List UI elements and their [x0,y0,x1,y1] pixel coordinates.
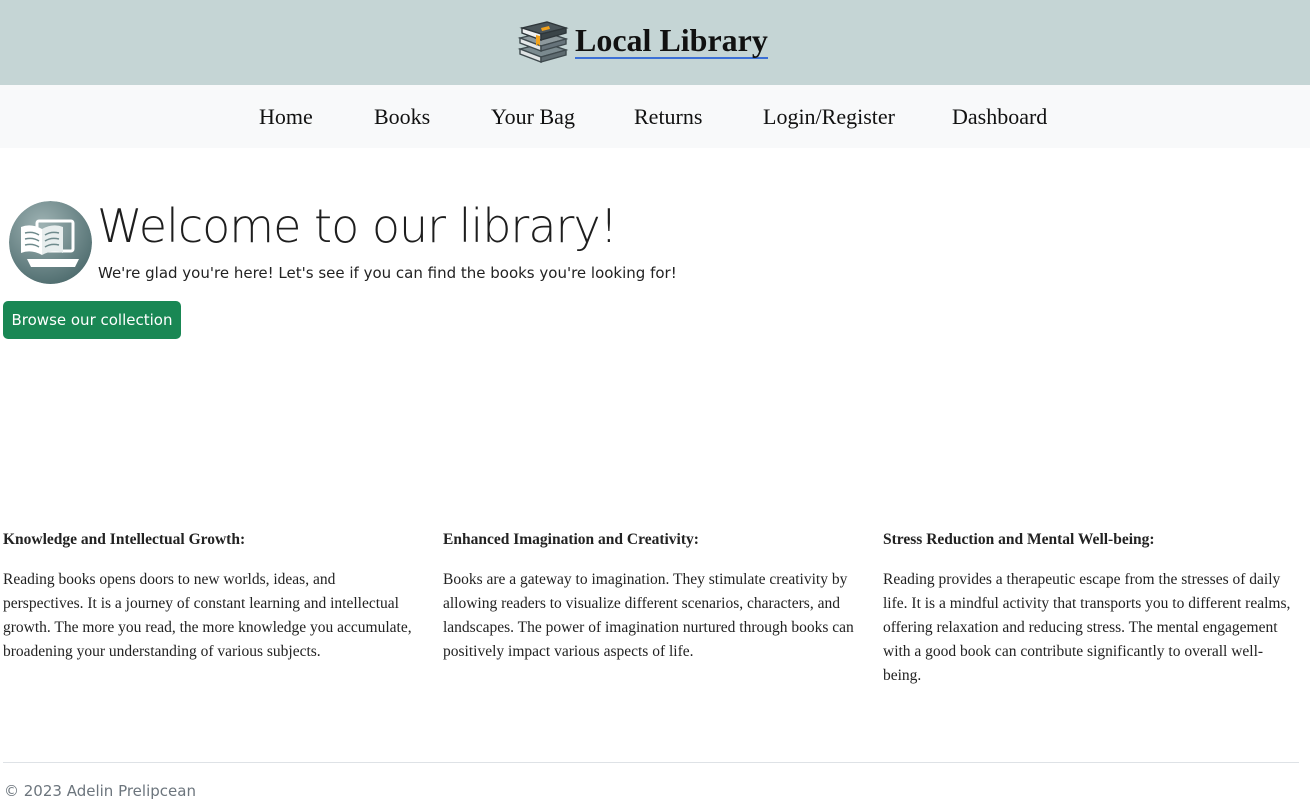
feature-text: Reading provides a therapeutic escape fr… [883,571,1291,684]
feature-title: Stress Reduction and Mental Well-being: [883,531,1155,548]
brand-link[interactable]: Local Library [517,18,768,64]
nav-item-login-register[interactable]: Login/Register [763,104,895,130]
feature-card: Knowledge and Intellectual Growth: Readi… [3,528,418,664]
page-title: Welcome to our library! [97,199,618,253]
feature-card: Enhanced Imagination and Creativity: Boo… [443,528,858,664]
nav-item-returns[interactable]: Returns [634,104,702,130]
feature-title: Enhanced Imagination and Creativity: [443,531,699,548]
stacked-books-icon [517,21,569,63]
feature-title: Knowledge and Intellectual Growth: [3,531,246,548]
nav-item-home[interactable]: Home [259,104,313,130]
feature-card: Stress Reduction and Mental Well-being: … [883,528,1298,688]
feature-text: Reading books opens doors to new worlds,… [3,571,412,660]
nav-item-your-bag[interactable]: Your Bag [491,104,575,130]
hero-subtitle: We're glad you're here! Let's see if you… [98,264,677,282]
nav-item-dashboard[interactable]: Dashboard [952,104,1047,130]
feature-text: Books are a gateway to imagination. They… [443,571,854,660]
browse-collection-button[interactable]: Browse our collection [3,301,181,339]
nav-item-books[interactable]: Books [374,104,430,130]
footer-copyright: © 2023 Adelin Prelipcean [4,782,196,800]
open-book-laptop-icon [9,201,92,284]
footer-divider [3,762,1299,763]
brand-title[interactable]: Local Library [575,23,768,59]
